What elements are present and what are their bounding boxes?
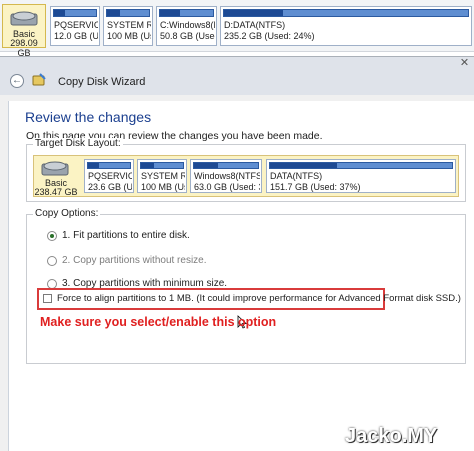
annotation-text: Make sure you select/enable this option bbox=[40, 315, 277, 329]
background-partition[interactable]: C:Windows8(N 50.8 GB (Used bbox=[156, 6, 217, 46]
radio-label: 2. Copy partitions without resize. bbox=[62, 255, 207, 266]
target-disk-layout-group: Target Disk Layout: Basic 238.47 GB PQSE… bbox=[26, 138, 466, 202]
disk-size-label: 298.09 GB bbox=[10, 38, 38, 58]
partition-detail: 100 MB (Used bbox=[141, 182, 185, 192]
dialog-title: Copy Disk Wizard bbox=[58, 76, 146, 88]
target-partition[interactable]: PQSERVICE(N 23.6 GB (Used bbox=[84, 159, 134, 193]
usage-bar-used bbox=[224, 10, 283, 16]
hard-disk-icon bbox=[10, 11, 38, 26]
partition-name: D:DATA(NTFS) bbox=[224, 20, 286, 30]
disk-size-label: 238.47 GB bbox=[34, 187, 78, 197]
target-disk-basic[interactable]: Basic 238.47 GB bbox=[34, 156, 78, 197]
partition-name: PQSERVICE(N bbox=[54, 20, 98, 30]
back-button[interactable]: ← bbox=[10, 74, 24, 88]
background-partition[interactable]: PQSERVICE(N 12.0 GB (Used bbox=[50, 6, 100, 46]
align-partitions-checkbox-row[interactable]: Force to align partitions to 1 MB. (It c… bbox=[37, 288, 461, 310]
partition-name: SYSTEM RESEF bbox=[141, 171, 185, 181]
background-disk-basic[interactable]: Basic 298.09 GB bbox=[2, 4, 46, 58]
align-partitions-label: Force to align partitions to 1 MB. (It c… bbox=[57, 293, 461, 304]
target-partition[interactable]: Windows8(NTFS) 63.0 GB (Used: 37%) bbox=[190, 159, 262, 193]
target-partition[interactable]: DATA(NTFS) 151.7 GB (Used: 37%) bbox=[266, 159, 456, 193]
partition-name: C:Windows8(N bbox=[160, 20, 215, 30]
usage-bar-used bbox=[160, 10, 180, 16]
target-disk-layout-legend: Target Disk Layout: bbox=[33, 138, 123, 149]
partition-name: SYSTEM RESEF bbox=[107, 20, 151, 30]
wizard-icon bbox=[32, 73, 46, 86]
usage-bar-used bbox=[54, 10, 65, 16]
usage-bar bbox=[106, 9, 150, 17]
partition-detail: 151.7 GB (Used: 37%) bbox=[270, 182, 361, 192]
partition-detail: 12.0 GB (Used bbox=[54, 31, 98, 41]
usage-bar bbox=[87, 162, 131, 169]
usage-bar bbox=[140, 162, 184, 169]
partition-detail: 235.2 GB (Used: 24%) bbox=[224, 31, 315, 41]
copy-options-legend: Copy Options: bbox=[33, 208, 101, 219]
partition-name: DATA(NTFS) bbox=[270, 171, 323, 181]
usage-bar bbox=[223, 9, 469, 17]
usage-bar bbox=[193, 162, 259, 169]
partition-name: Windows8(NTFS) bbox=[194, 171, 260, 181]
target-partition[interactable]: SYSTEM RESEF 100 MB (Used bbox=[137, 159, 187, 193]
align-partitions-checkbox[interactable] bbox=[43, 294, 52, 303]
partition-detail: 100 MB (Used bbox=[107, 31, 151, 41]
close-button[interactable]: ✕ bbox=[455, 57, 474, 72]
page-heading: Review the changes bbox=[25, 109, 152, 125]
usage-bar bbox=[159, 9, 214, 17]
usage-bar bbox=[269, 162, 453, 169]
usage-bar-used bbox=[141, 163, 154, 168]
radio-button-icon[interactable] bbox=[47, 231, 57, 241]
usage-bar-used bbox=[88, 163, 99, 168]
watermark: Jacko.MY bbox=[345, 425, 438, 447]
usage-bar-used bbox=[270, 163, 338, 168]
radio-button-icon[interactable] bbox=[47, 256, 57, 266]
partition-name: PQSERVICE(N bbox=[88, 171, 132, 181]
usage-bar-used bbox=[107, 10, 120, 16]
target-disk-map: Basic 238.47 GB PQSERVICE(N 23.6 GB (Use… bbox=[33, 155, 459, 197]
radio-copy-without-resize[interactable]: 2. Copy partitions without resize. bbox=[47, 254, 387, 270]
title-bar: ✕ ← Copy Disk Wizard bbox=[0, 57, 474, 95]
radio-fit-partitions[interactable]: 1. Fit partitions to entire disk. bbox=[47, 229, 387, 245]
partition-detail: 63.0 GB (Used: 37%) bbox=[194, 182, 260, 192]
background-partition[interactable]: SYSTEM RESEF 100 MB (Used bbox=[103, 6, 153, 46]
copy-disk-wizard-dialog: ✕ ← Copy Disk Wizard Review the changes … bbox=[0, 56, 474, 451]
wizard-content: Review the changes On this page you can … bbox=[8, 101, 474, 451]
usage-bar bbox=[53, 9, 97, 17]
background-partition[interactable]: D:DATA(NTFS) 235.2 GB (Used: 24%) bbox=[220, 6, 472, 46]
partition-detail: 50.8 GB (Used bbox=[160, 31, 215, 41]
partition-detail: 23.6 GB (Used bbox=[88, 182, 132, 192]
hard-disk-icon bbox=[41, 161, 69, 176]
background-disk-map: Basic 298.09 GB PQSERVICE(N 12.0 GB (Use… bbox=[0, 0, 474, 58]
usage-bar-used bbox=[194, 163, 218, 168]
radio-label: 1. Fit partitions to entire disk. bbox=[62, 230, 190, 241]
